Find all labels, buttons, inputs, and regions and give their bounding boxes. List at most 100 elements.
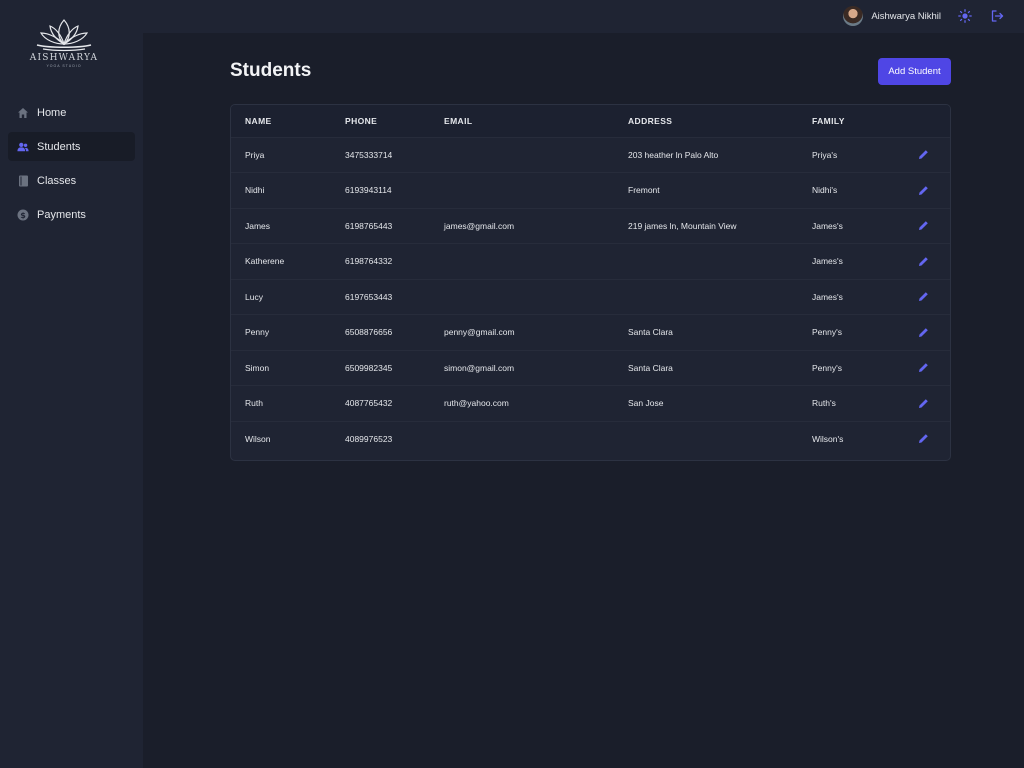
cell-phone: 4089976523	[345, 434, 393, 444]
cell-address	[614, 279, 798, 315]
pencil-icon	[918, 363, 928, 372]
cell-address: Santa Clara	[628, 362, 673, 373]
cell-address: 203 heather ln Palo Alto	[628, 149, 719, 160]
cell-email: ruth@yahoo.com	[444, 398, 509, 409]
edit-button[interactable]	[916, 254, 930, 268]
edit-button[interactable]	[916, 325, 930, 339]
cell-address: Fremont	[628, 185, 660, 196]
table-row[interactable]: Ruth 4087765432 ruth@yahoo.com San Jose …	[231, 385, 950, 422]
logout-icon	[991, 10, 1004, 22]
edit-button[interactable]	[916, 183, 930, 197]
cell-actions	[894, 386, 950, 422]
cell-phone: 6509982345	[345, 362, 393, 373]
app-root: AISHWARYA YOGA STUDIO Home Students Clas…	[0, 0, 1024, 768]
cell-address: San Jose	[628, 398, 664, 409]
sidebar-item-label: Home	[37, 106, 67, 119]
sidebar-item-home[interactable]: Home	[8, 98, 135, 127]
pencil-icon	[918, 327, 928, 337]
cell-name: Simon	[245, 362, 270, 373]
cell-family: Priya's	[812, 149, 838, 160]
cell-name: Priya	[245, 149, 265, 160]
cell-actions	[894, 315, 950, 351]
cell-family: James's	[812, 291, 843, 302]
table-row[interactable]: Wilson 4089976523 Wilson's	[231, 421, 950, 457]
sidebar: AISHWARYA YOGA STUDIO Home Students Clas…	[0, 0, 143, 768]
cell-actions	[894, 208, 950, 244]
cell-name: Lucy	[245, 291, 263, 302]
column-header-phone[interactable]: PHONE	[331, 105, 430, 137]
cell-actions	[894, 244, 950, 280]
cell-phone: 6198765443	[345, 220, 393, 231]
pencil-icon	[918, 256, 928, 266]
students-table: NAME PHONE EMAIL ADDRESS FAMILY Priya 34…	[230, 104, 951, 461]
cell-name: Ruth	[245, 398, 263, 409]
cell-phone: 6508876656	[345, 327, 393, 338]
cell-address	[614, 421, 798, 457]
cell-address: Santa Clara	[628, 327, 673, 338]
edit-button[interactable]	[916, 290, 930, 304]
edit-button[interactable]	[916, 361, 930, 375]
cell-name: Nidhi	[245, 185, 265, 196]
cell-email	[430, 279, 614, 315]
user-name: Aishwarya Nikhil	[871, 10, 941, 22]
column-header-address[interactable]: ADDRESS	[614, 105, 798, 137]
page-title: Students	[230, 60, 312, 81]
cell-family: James's	[812, 220, 843, 231]
top-bar: Aishwarya Nikhil	[143, 0, 1024, 33]
table-row[interactable]: Lucy 6197653443 James's	[231, 279, 950, 315]
cell-family: Penny's	[812, 327, 842, 338]
dollar-icon: $	[17, 209, 29, 221]
cell-name: James	[245, 220, 271, 231]
svg-text:$: $	[20, 211, 26, 220]
cell-actions	[894, 173, 950, 209]
cell-actions	[894, 137, 950, 173]
edit-button[interactable]	[916, 396, 930, 410]
table-row[interactable]: James 6198765443 james@gmail.com 219 jam…	[231, 208, 950, 244]
pencil-icon	[918, 150, 928, 159]
add-student-button[interactable]: Add Student	[878, 58, 951, 85]
cell-family: Nidhi's	[812, 185, 838, 196]
edit-button[interactable]	[916, 432, 930, 446]
pencil-icon	[918, 185, 928, 195]
cell-email: james@gmail.com	[444, 220, 515, 231]
cell-name: Katherene	[245, 256, 285, 267]
sidebar-item-payments[interactable]: $ Payments	[8, 200, 135, 229]
cell-email	[430, 137, 614, 173]
cell-family: James's	[812, 256, 843, 267]
table-row[interactable]: Penny 6508876656 penny@gmail.com Santa C…	[231, 314, 950, 351]
user-menu[interactable]: Aishwarya Nikhil	[843, 5, 941, 27]
pencil-icon	[918, 292, 928, 301]
table-header-row: NAME PHONE EMAIL ADDRESS FAMILY	[231, 105, 950, 137]
table-row[interactable]: Simon 6509982345 simon@gmail.com Santa C…	[231, 350, 950, 386]
column-header-email[interactable]: EMAIL	[430, 105, 614, 137]
cell-actions	[894, 421, 950, 457]
cell-phone: 4087765432	[345, 398, 393, 409]
table-row[interactable]: Priya 3475333714 203 heather ln Palo Alt…	[231, 137, 950, 173]
book-icon	[17, 175, 29, 187]
edit-button[interactable]	[916, 148, 930, 162]
pencil-icon	[918, 434, 928, 444]
cell-phone: 6197653443	[345, 291, 393, 302]
theme-toggle-button[interactable]	[957, 8, 973, 24]
cell-email	[430, 421, 614, 457]
column-header-family[interactable]: FAMILY	[798, 105, 894, 137]
brand-logo[interactable]: AISHWARYA YOGA STUDIO	[28, 16, 100, 72]
sidebar-item-label: Classes	[37, 174, 77, 187]
cell-actions	[894, 350, 950, 386]
sidebar-item-students[interactable]: Students	[8, 132, 135, 161]
cell-email: penny@gmail.com	[444, 327, 515, 338]
table-row[interactable]: Nidhi 6193943114 Fremont Nidhi's	[231, 172, 950, 209]
logout-button[interactable]	[989, 8, 1005, 24]
table-row[interactable]: Katherene 6198764332 James's	[231, 243, 950, 280]
column-header-name[interactable]: NAME	[231, 105, 331, 137]
cell-name: Penny	[245, 327, 270, 338]
cell-family: Penny's	[812, 362, 842, 373]
cell-family: Wilson's	[812, 434, 844, 444]
lotus-icon	[36, 19, 92, 52]
cell-actions	[894, 279, 950, 315]
sidebar-nav: Home Students Classes $ Payments	[0, 98, 143, 234]
edit-button[interactable]	[916, 219, 930, 233]
sidebar-item-label: Payments	[37, 208, 86, 221]
users-icon	[17, 141, 29, 153]
sidebar-item-classes[interactable]: Classes	[8, 166, 135, 195]
